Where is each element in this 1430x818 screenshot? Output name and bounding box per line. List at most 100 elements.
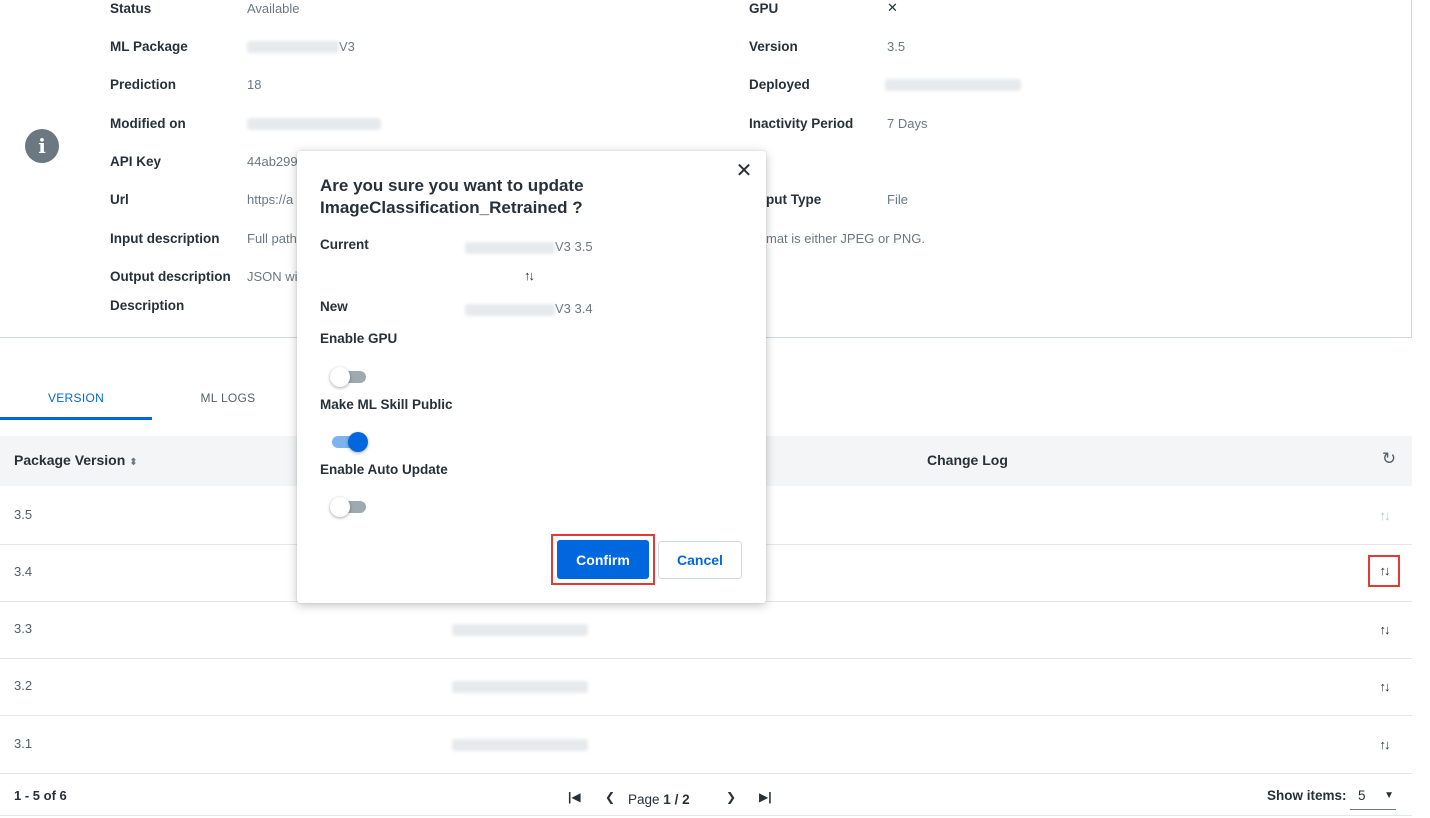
field-label: Deployed <box>749 76 810 92</box>
table-row: 3.1 ↑↓ <box>0 716 1412 774</box>
close-icon[interactable]: ✕ <box>734 161 754 181</box>
field-deployed: Deployed <box>749 74 1021 94</box>
current-label: Current <box>320 237 369 252</box>
field-description: Description <box>110 295 184 315</box>
cancel-button[interactable]: Cancel <box>658 541 742 579</box>
field-value: V3 <box>247 39 355 54</box>
enable-gpu-toggle[interactable] <box>330 367 366 387</box>
field-prediction: Prediction 18 <box>110 74 261 94</box>
new-version-text: V3 3.4 <box>555 301 593 316</box>
column-header-package-version[interactable]: Package Version ⬍ <box>14 452 138 468</box>
refresh-icon[interactable]: ↻ <box>1378 448 1400 470</box>
sort-icon[interactable]: ⬍ <box>129 457 137 468</box>
field-label: API Key <box>110 153 162 169</box>
field-label: Url <box>110 191 129 207</box>
field-output-description: Output description JSON wit <box>110 266 301 286</box>
field-api-key: API Key 44ab299 <box>110 151 298 171</box>
new-label: New <box>320 299 348 314</box>
field-label: Output description <box>110 268 231 284</box>
page-indicator: Page 1 / 2 <box>628 792 690 807</box>
toggle-knob <box>330 367 350 387</box>
last-page-icon[interactable]: ▶| <box>759 790 772 804</box>
field-input-type: put Type File <box>766 189 908 209</box>
field-label: ML Package <box>110 38 188 54</box>
tab-ml-logs[interactable]: ML LOGS <box>152 380 304 420</box>
field-value: Full path <box>247 230 297 246</box>
redacted-date <box>452 624 588 636</box>
redacted-date <box>452 681 588 693</box>
enable-gpu-label: Enable GPU <box>320 331 398 346</box>
field-value: 18 <box>247 76 262 92</box>
field-value: 7 Days <box>887 115 928 131</box>
first-page-icon[interactable]: |◀ <box>568 790 581 804</box>
tab-bar: VERSION ML LOGS <box>0 380 320 422</box>
redacted-text <box>247 41 339 54</box>
current-version-text: V3 3.5 <box>555 239 593 254</box>
toggle-knob <box>330 497 350 517</box>
version-cell: 3.2 <box>14 678 33 693</box>
field-value: File <box>887 191 908 207</box>
page-label: Page <box>628 792 660 807</box>
prev-page-icon[interactable]: ❮ <box>605 790 615 804</box>
field-value <box>247 116 381 131</box>
dialog-title: Are you sure you want to update ImageCla… <box>320 175 720 219</box>
field-modified-on: Modified on <box>110 113 381 133</box>
field-value: https://a <box>247 191 294 207</box>
field-input-format-note: mat is either JPEG or PNG. <box>766 228 925 248</box>
update-version-icon[interactable]: ↑↓ <box>1368 555 1400 587</box>
update-version-icon[interactable]: ↑↓ <box>1368 614 1400 646</box>
auto-update-toggle[interactable] <box>330 497 366 517</box>
field-input-description: Input description Full path <box>110 228 297 248</box>
dialog-title-line: ImageClassification_Retrained ? <box>320 198 583 217</box>
caret-down-icon: ▼ <box>1384 790 1394 801</box>
next-page-icon[interactable]: ❯ <box>726 790 736 804</box>
redacted-text <box>465 241 555 254</box>
pagination-range: 1 - 5 of 6 <box>14 788 67 803</box>
redacted-text <box>885 79 1021 92</box>
current-page: 1 <box>663 792 671 807</box>
field-inactivity-period: Inactivity Period 7 Days <box>749 113 927 133</box>
field-label: Prediction <box>110 76 177 92</box>
field-label: Status <box>110 0 152 16</box>
close-icon: ✕ <box>887 0 898 15</box>
table-row: 3.3 ↑↓ <box>0 601 1412 659</box>
field-value <box>885 77 1021 92</box>
field-status: Status Available <box>110 0 300 18</box>
redacted-text <box>465 303 555 316</box>
confirm-button[interactable]: Confirm <box>557 540 649 579</box>
field-label: GPU <box>749 0 779 16</box>
show-items-value: 5 <box>1358 788 1366 803</box>
make-public-label: Make ML Skill Public <box>320 397 453 412</box>
field-value: JSON wit <box>247 268 302 284</box>
update-version-icon[interactable]: ↑↓ <box>1368 729 1400 761</box>
version-cell: 3.1 <box>14 736 33 751</box>
show-items-select[interactable]: 5 ▼ <box>1350 786 1396 810</box>
field-value: mat is either JPEG or PNG. <box>766 230 925 246</box>
make-public-toggle[interactable] <box>332 432 368 452</box>
auto-update-label: Enable Auto Update <box>320 462 448 477</box>
field-value-text: V3 <box>339 38 355 54</box>
column-header-label: Package Version <box>14 452 126 468</box>
redacted-date <box>452 739 588 751</box>
update-version-icon[interactable]: ↑↓ <box>1368 671 1400 703</box>
field-url: Url https://a <box>110 189 293 209</box>
field-ml-package: ML Package V3 <box>110 36 355 56</box>
update-confirmation-dialog: ✕ Are you sure you want to update ImageC… <box>297 151 766 603</box>
field-label: Version <box>749 38 798 54</box>
info-icon: i <box>25 129 59 163</box>
version-cell: 3.5 <box>14 507 33 522</box>
field-label: put Type <box>766 191 822 207</box>
table-row: 3.2 ↑↓ <box>0 658 1412 716</box>
swap-icon: ↑↓ <box>524 268 535 283</box>
update-version-icon: ↑↓ <box>1379 508 1391 523</box>
confirm-highlight: Confirm <box>551 534 655 585</box>
tab-version[interactable]: VERSION <box>0 380 152 420</box>
field-gpu: GPU ✕ <box>749 0 898 18</box>
total-pages: 2 <box>682 792 690 807</box>
dialog-title-line: Are you sure you want to update <box>320 176 584 195</box>
show-items-label: Show items: <box>1267 788 1347 803</box>
page-separator: / <box>674 792 679 807</box>
redacted-text <box>247 118 381 131</box>
pagination: 1 - 5 of 6 |◀ ❮ Page 1 / 2 ❯ ▶| Show ite… <box>0 776 1412 816</box>
column-header-change-log: Change Log <box>927 452 1008 468</box>
